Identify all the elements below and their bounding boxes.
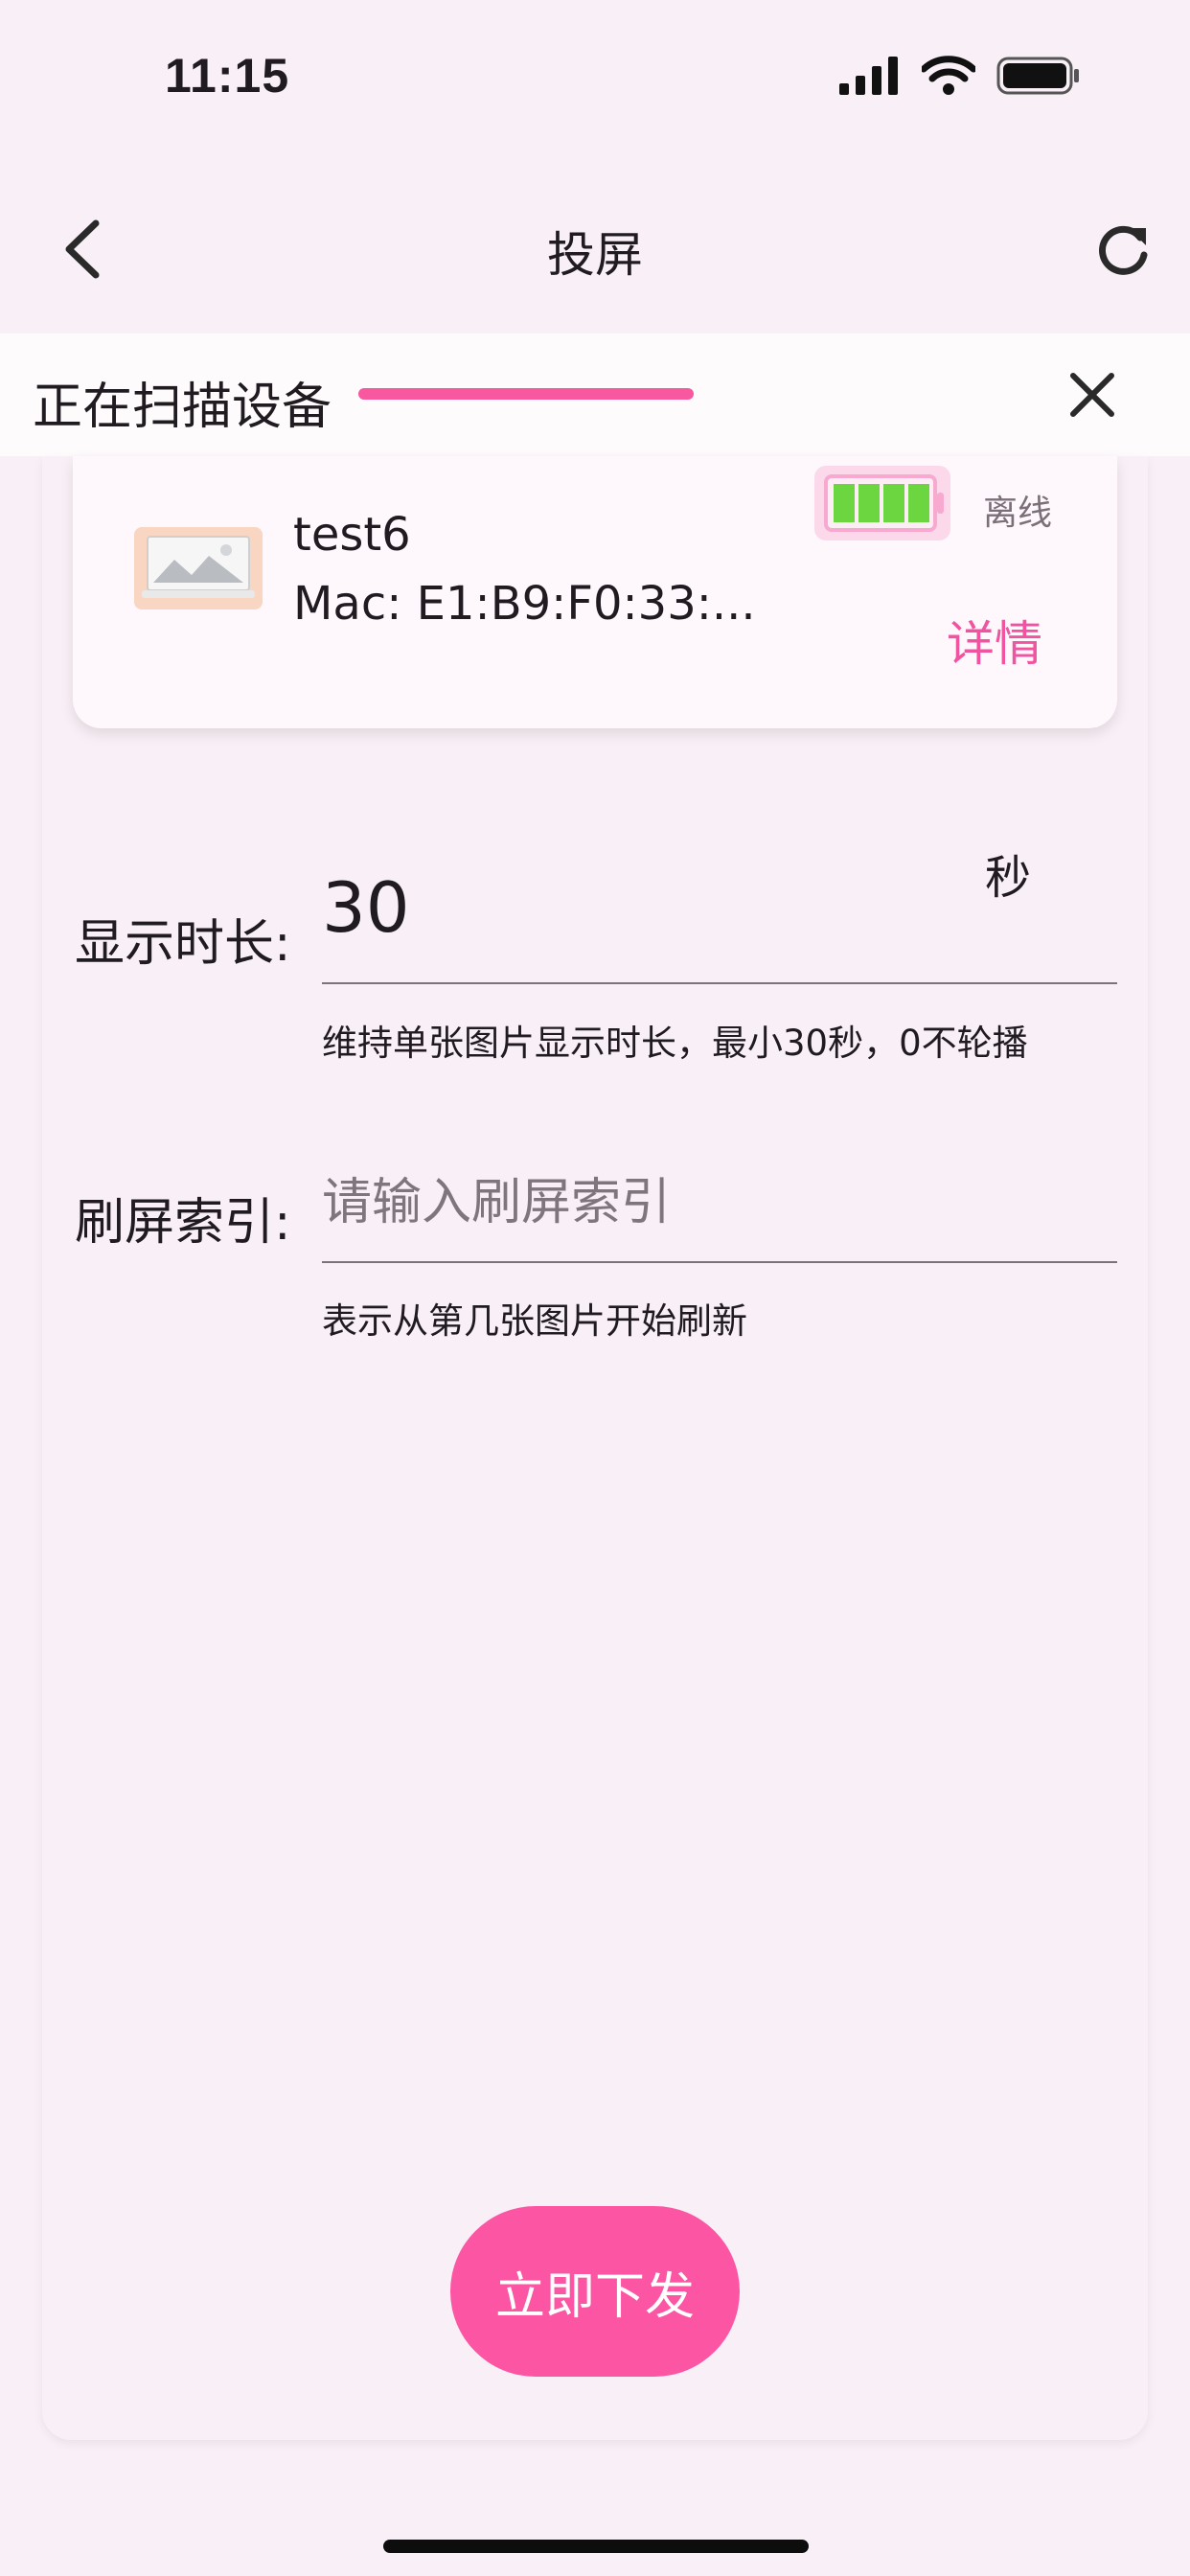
device-detail-link[interactable]: 详情 (947, 606, 1042, 675)
duration-underline (322, 982, 1117, 984)
index-label: 刷屏索引: (75, 1194, 291, 1252)
index-input[interactable] (322, 1160, 1117, 1246)
index-underline (322, 1261, 1117, 1263)
home-indicator[interactable] (383, 2540, 809, 2553)
refresh-button[interactable] (1092, 218, 1154, 280)
device-battery-icon (814, 466, 950, 540)
battery-icon (996, 57, 1079, 95)
duration-input[interactable]: 30 (322, 867, 410, 948)
submit-button[interactable]: 立即下发 (450, 2206, 740, 2377)
duration-unit: 秒 (985, 851, 1032, 905)
duration-help-text: 维持单张图片显示时长，最小30秒，0不轮播 (322, 1023, 1028, 1064)
page-title: 投屏 (547, 227, 643, 283)
duration-label: 显示时长: (75, 915, 291, 973)
status-icons (839, 56, 1081, 96)
index-help-text: 表示从第几张图片开始刷新 (322, 1300, 747, 1342)
device-thumbnail-icon (134, 527, 263, 610)
main-panel (42, 456, 1148, 2440)
scan-label: 正在扫描设备 (33, 379, 332, 436)
cellular-signal-icon (839, 57, 898, 95)
scan-progress-bar (358, 388, 694, 400)
wifi-icon (922, 56, 975, 95)
device-mac: Mac: E1:B9:F0:33:... (293, 577, 756, 631)
refresh-icon (1099, 225, 1148, 275)
close-icon (1070, 373, 1114, 417)
status-time: 11:15 (165, 49, 290, 103)
device-name: test6 (293, 508, 411, 562)
device-status-badge: 离线 (983, 494, 1053, 533)
scan-close-button[interactable] (1065, 368, 1119, 422)
